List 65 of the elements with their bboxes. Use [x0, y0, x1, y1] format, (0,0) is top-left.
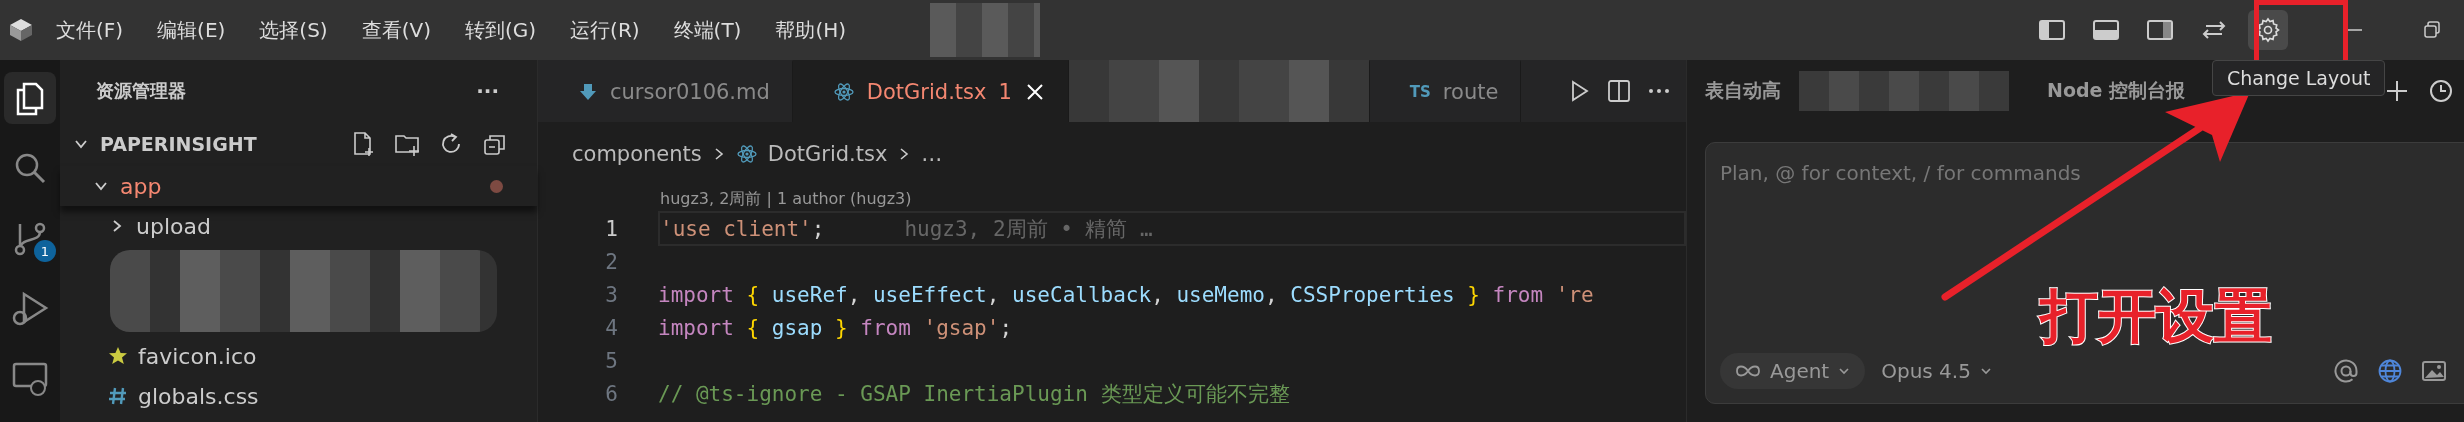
- globe-icon[interactable]: [2377, 358, 2403, 384]
- plus-icon[interactable]: [2384, 78, 2410, 104]
- line-number: 1: [604, 216, 618, 241]
- folder-label: app: [120, 173, 162, 199]
- modified-dot: [490, 179, 503, 193]
- sidebar-title: 资源管理器: [96, 79, 186, 103]
- code-text: import { gsap } from 'gsap';: [658, 315, 1013, 340]
- menu-item[interactable]: 编辑(E): [157, 16, 226, 44]
- code-text: import { useRef, useEffect, useCallback, useMemo, CSSProperties } from 're: [658, 282, 1594, 307]
- count-badge: 1: [34, 240, 56, 262]
- tree-item[interactable]: globals.css: [60, 376, 537, 416]
- atom-icon: [832, 81, 855, 103]
- mode-dropdown[interactable]: Agent: [1720, 353, 1866, 389]
- tree-item[interactable]: app: [60, 166, 537, 206]
- clock-icon[interactable]: [2428, 78, 2454, 104]
- menu-item[interactable]: 查看(V): [361, 16, 431, 44]
- image-icon[interactable]: [2421, 358, 2447, 384]
- line-number: 3: [604, 282, 618, 307]
- tab-label: DotGrid.tsx: [866, 80, 987, 104]
- file-label: upload: [136, 213, 211, 239]
- split-editor-icon[interactable]: [1606, 78, 1632, 104]
- line-number: 6: [604, 381, 618, 406]
- model-dropdown[interactable]: Opus 4.5: [1881, 359, 1993, 383]
- blame-annotation: hugz3, 2周前 • 精简 …: [904, 215, 1153, 243]
- tooltip: Change Layout: [2212, 60, 2386, 96]
- menu-item[interactable]: 运行(R): [570, 16, 640, 44]
- codelens-text: hugz3, 2周前 | 1 author (hugz3): [659, 188, 913, 210]
- breadcrumb-item[interactable]: …: [921, 142, 943, 166]
- annotation-label: 打开设置: [2040, 285, 2272, 349]
- atom-icon: [735, 143, 758, 165]
- tab-label: cursor0106.md: [610, 80, 770, 104]
- at-sign-icon[interactable]: [2333, 358, 2359, 384]
- menu-item[interactable]: 选择(S): [259, 16, 328, 44]
- line-number: 5: [604, 348, 618, 373]
- file-label: favicon.ico: [138, 343, 257, 369]
- problem-count: 1: [998, 80, 1012, 104]
- file-label: globals.css: [138, 383, 259, 409]
- line-number: 2: [604, 249, 618, 274]
- editor-tab[interactable]: TS route: [1369, 60, 1522, 122]
- tab-label: route: [1442, 80, 1499, 104]
- hash-icon: [108, 386, 128, 406]
- chat-tab[interactable]: 表自动高: [1705, 78, 1781, 104]
- editor-tab[interactable]: DotGrid.tsx 1: [792, 60, 1069, 122]
- editor-tab[interactable]: cursor0106.md: [538, 60, 793, 122]
- breadcrumb-item[interactable]: components: [572, 142, 702, 166]
- tree-item[interactable]: upload: [60, 206, 537, 246]
- code-text: // @ts-ignore - GSAP InertiaPlugin 类型定义可能不完整: [658, 380, 1290, 408]
- infinity-icon: [1734, 363, 1762, 379]
- tree-item[interactable]: PAPERINSIGHT: [60, 122, 537, 166]
- menu-item[interactable]: 转到(G): [464, 16, 537, 44]
- files-icon[interactable]: [4, 72, 56, 124]
- menu-item[interactable]: 帮助(H): [775, 16, 847, 44]
- line-number: 4: [604, 315, 618, 340]
- menu-item[interactable]: 终端(T): [673, 16, 742, 44]
- cube-logo-icon: [8, 17, 34, 43]
- code-text: 'use client';: [660, 216, 825, 241]
- download-arrow-icon: [578, 82, 598, 102]
- file-type-label: TS: [1409, 83, 1431, 101]
- star-icon: [108, 346, 128, 366]
- menu-item[interactable]: 文件(F): [56, 16, 124, 44]
- chat-tab[interactable]: Node 控制台报: [2047, 78, 2186, 104]
- breadcrumb-item[interactable]: DotGrid.tsx: [767, 142, 888, 166]
- workspace-label: PAPERINSIGHT: [100, 133, 257, 155]
- tree-item[interactable]: favicon.ico: [60, 336, 537, 376]
- more-actions[interactable]: ···: [476, 79, 499, 103]
